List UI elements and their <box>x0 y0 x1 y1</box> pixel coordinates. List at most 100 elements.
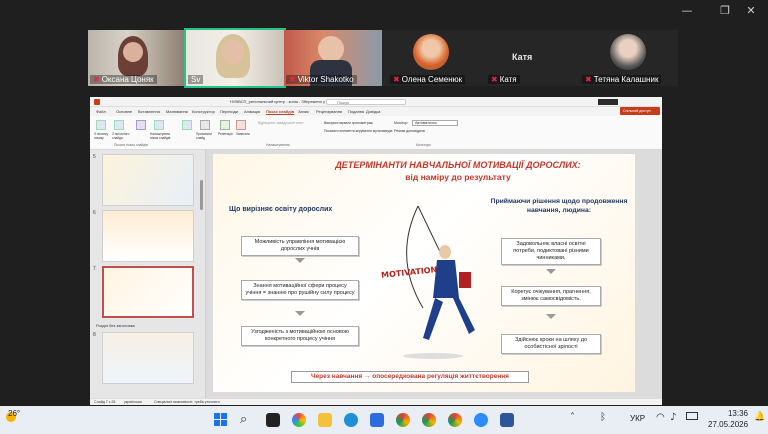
arrow-down-icon <box>295 311 305 316</box>
record-icon[interactable] <box>236 120 246 130</box>
rehearse-icon[interactable] <box>220 120 230 130</box>
tab-view[interactable]: Подання <box>348 109 364 114</box>
slide-editor: ДЕТЕРМІНАНТИ НАВЧАЛЬНОЇ МОТИВАЦІЇ ДОРОСЛ… <box>206 150 662 398</box>
mic-muted-icon: ✖ <box>289 75 296 84</box>
presenter-view-checkbox[interactable]: Режим доповідача <box>394 129 425 133</box>
avatar <box>413 34 449 70</box>
custom-show-icon[interactable] <box>154 120 164 130</box>
search-icon[interactable]: ⌕ <box>240 412 247 427</box>
word-icon[interactable] <box>500 413 514 427</box>
search-box[interactable]: Пошук <box>326 99 406 105</box>
left-item-box: Узгодженість з мотиваційною основою конк… <box>241 326 359 346</box>
battery-icon[interactable] <box>686 412 698 420</box>
right-item-box: Здійснює кроки на шляху до особистісної … <box>501 334 601 354</box>
present-mode-badge <box>598 99 618 105</box>
participant-name: Sv <box>191 75 201 84</box>
slide-thumbnail[interactable] <box>102 332 194 384</box>
tab-draw[interactable]: Малювання <box>166 109 188 114</box>
tab-design[interactable]: Конструктор <box>192 109 215 114</box>
right-item-box: Корегує очікування, прагнення, змінює са… <box>501 286 601 306</box>
ribbon: З початку показу З поточного слайда Нала… <box>90 116 662 150</box>
monitor-select[interactable]: Автоматично <box>412 120 458 126</box>
shared-screen: НУВВСП_регіональний центр - копія - Збер… <box>90 97 662 405</box>
motivation-illustration: MOTIVATION <box>373 198 493 362</box>
thumbnail-scrollbar[interactable] <box>200 180 203 210</box>
task-view-icon[interactable] <box>266 413 280 427</box>
from-current-slide-icon[interactable] <box>114 120 124 130</box>
input-language[interactable]: УКР <box>630 414 645 423</box>
participant-tile[interactable]: ✖ Viktor Shakotko <box>284 30 382 86</box>
current-slide[interactable]: ДЕТЕРМІНАНТИ НАВЧАЛЬНОЇ МОТИВАЦІЇ ДОРОСЛ… <box>213 154 635 392</box>
copilot-icon[interactable] <box>292 413 306 427</box>
tab-review[interactable]: Рецензування <box>316 109 342 114</box>
chevron-up-icon[interactable]: ˄ <box>570 412 575 423</box>
ribbon-tabs: Файл Основне Вставлення Малювання Констр… <box>90 107 662 116</box>
slide-thumbnail-pane: 5 6 7 Розділ без заголовка 8 <box>90 150 206 398</box>
hide-slide-icon[interactable] <box>200 120 210 130</box>
ppt-titlebar: НУВВСП_регіональний центр - копія - Збер… <box>90 97 662 107</box>
right-heading: Приймаючи рішення щодо продовження навча… <box>490 198 628 214</box>
chrome-icon[interactable] <box>396 413 410 427</box>
participant-name: Тетяна Калашник <box>593 75 659 84</box>
right-item-box: Задовольняє власні освітні потреби, поди… <box>501 238 601 265</box>
participant-name: Оксана Цоняк <box>101 75 154 84</box>
participant-name: Олена Семенюк <box>401 75 463 84</box>
clock-date[interactable]: 27.05.2026 <box>708 420 748 429</box>
edge-icon[interactable] <box>344 413 358 427</box>
tab-insert[interactable]: Вставлення <box>138 109 160 114</box>
share-button[interactable]: Спільний доступ <box>620 107 660 115</box>
mic-muted-icon: ✖ <box>393 75 400 84</box>
participant-tile[interactable]: ✖ Олена Семенюк <box>382 30 480 86</box>
close-icon[interactable]: ✕ <box>744 4 758 18</box>
slide-thumbnail[interactable] <box>102 210 194 262</box>
bluetooth-icon[interactable]: ᛒ <box>600 412 606 423</box>
mic-muted-icon: ✖ <box>93 75 100 84</box>
tab-help[interactable]: Довідка <box>366 109 380 114</box>
start-from-beginning-icon[interactable] <box>96 120 106 130</box>
setup-show-icon[interactable] <box>182 120 192 130</box>
participant-tile[interactable]: ✖ Тетяна Калашник <box>578 30 678 86</box>
volume-icon[interactable]: ♪ <box>670 412 676 423</box>
section-header[interactable]: Розділ без заголовка <box>96 323 135 328</box>
weather-temp[interactable]: 26° <box>8 409 20 418</box>
taskbar: 26° ⌕ ˄ ᛒ УКР ◠ ♪ 13:36 27.05.2026 🔔 <box>0 406 768 434</box>
left-item-box: Можливість управління мотивацією доросли… <box>241 236 359 256</box>
wifi-icon[interactable]: ◠ <box>656 412 665 423</box>
zoom-icon[interactable] <box>474 413 488 427</box>
avatar <box>610 34 646 70</box>
chrome-icon[interactable] <box>448 413 462 427</box>
arrow-down-icon <box>546 314 556 319</box>
minimize-icon[interactable]: — <box>680 4 694 18</box>
clock-time[interactable]: 13:36 <box>718 409 748 418</box>
participant-tile[interactable]: ✖ Оксана Цоняк <box>88 30 186 86</box>
tab-file[interactable]: Файл <box>96 109 106 114</box>
tab-transitions[interactable]: Переходи <box>220 109 238 114</box>
notification-bell-icon[interactable]: 🔔 <box>754 412 765 422</box>
participant-name: Viktor Shakotko <box>297 75 354 84</box>
left-item-box: Знання мотиваційної сфери процесу учіння… <box>241 280 359 300</box>
bottom-conclusion: Через навчання → опосередкована регуляці… <box>291 371 529 383</box>
mic-muted-icon: ✖ <box>491 75 498 84</box>
tab-record[interactable]: Запис <box>298 109 309 114</box>
file-title: НУВВСП_регіональний центр - копія - Збер… <box>230 99 340 104</box>
participant-name: Катя <box>499 75 517 84</box>
send-icon[interactable] <box>136 120 146 130</box>
participant-big-name: Катя <box>512 52 533 62</box>
left-heading: Що вирізняє освіту дорослих <box>229 206 333 213</box>
restore-icon[interactable]: ❐ <box>718 4 732 18</box>
file-explorer-icon[interactable] <box>318 413 332 427</box>
start-icon[interactable] <box>214 413 228 427</box>
tab-home[interactable]: Основне <box>116 109 132 114</box>
tab-slideshow[interactable]: Показ слайдів <box>266 109 294 114</box>
chrome-icon[interactable] <box>422 413 436 427</box>
arrow-down-icon <box>295 258 305 263</box>
use-timings-checkbox[interactable]: Використовувати хронометраж <box>324 121 373 125</box>
participant-tile-active[interactable]: Sv <box>184 28 286 88</box>
show-media-controls-checkbox[interactable]: Показати елементи керування мультимедіа <box>324 129 392 133</box>
slide-thumbnail[interactable] <box>102 154 194 206</box>
slide-thumbnail-selected[interactable] <box>102 266 194 318</box>
store-icon[interactable] <box>370 413 384 427</box>
mic-muted-icon: ✖ <box>585 75 592 84</box>
slide-title: ДЕТЕРМІНАНТИ НАВЧАЛЬНОЇ МОТИВАЦІЇ ДОРОСЛ… <box>335 160 581 170</box>
tab-animations[interactable]: Анімація <box>244 109 260 114</box>
